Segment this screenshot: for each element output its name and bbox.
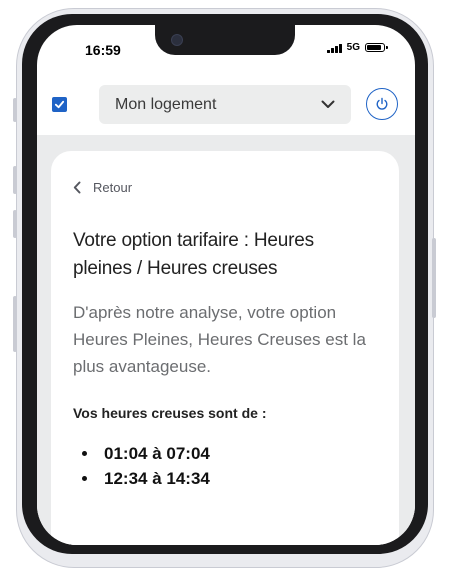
checkbox-checked-icon[interactable] bbox=[52, 97, 67, 112]
phone-power-button bbox=[432, 238, 436, 318]
notch bbox=[155, 25, 295, 55]
phone-volume-down bbox=[13, 210, 17, 238]
off-peak-slot: 01:04 à 07:04 bbox=[104, 443, 210, 463]
network-type: 5G bbox=[346, 42, 360, 53]
off-peak-slot: 12:34 à 14:34 bbox=[104, 468, 210, 488]
back-label: Retour bbox=[93, 180, 133, 195]
back-link[interactable]: Retour bbox=[73, 180, 132, 195]
off-peak-list: 01:04 à 07:04 12:34 à 14:34 bbox=[73, 441, 210, 491]
battery-icon bbox=[365, 43, 388, 52]
home-select[interactable]: Mon logement bbox=[99, 85, 351, 124]
status-time: 16:59 bbox=[85, 42, 121, 58]
chevron-down-icon bbox=[321, 100, 335, 109]
home-select-value: Mon logement bbox=[115, 95, 217, 113]
page-title: Votre option tarifaire : Heures pleines … bbox=[73, 230, 314, 279]
signal-icon bbox=[327, 43, 342, 53]
chevron-left-icon bbox=[73, 181, 81, 194]
bullet bbox=[82, 476, 87, 481]
phone-silent-switch bbox=[13, 98, 17, 122]
tariff-card: Retour Votre option tarifaire : Heures p… bbox=[51, 151, 399, 545]
phone-screen: 16:59 5G Mon logement Retour Votre optio… bbox=[37, 25, 415, 545]
phone-volume-up bbox=[13, 166, 17, 194]
power-icon bbox=[375, 97, 389, 111]
bullet bbox=[82, 451, 87, 456]
logout-button[interactable] bbox=[366, 88, 398, 120]
analysis-description: D'après notre analyse, votre option Heur… bbox=[73, 303, 366, 376]
list-item: 01:04 à 07:04 bbox=[73, 441, 210, 466]
front-camera bbox=[171, 34, 183, 46]
off-peak-heading: Vos heures creuses sont de : bbox=[73, 405, 267, 421]
app-header: Mon logement bbox=[37, 77, 415, 135]
status-indicators: 5G bbox=[327, 42, 388, 53]
list-item: 12:34 à 14:34 bbox=[73, 466, 210, 491]
phone-volume-extra bbox=[13, 296, 17, 352]
